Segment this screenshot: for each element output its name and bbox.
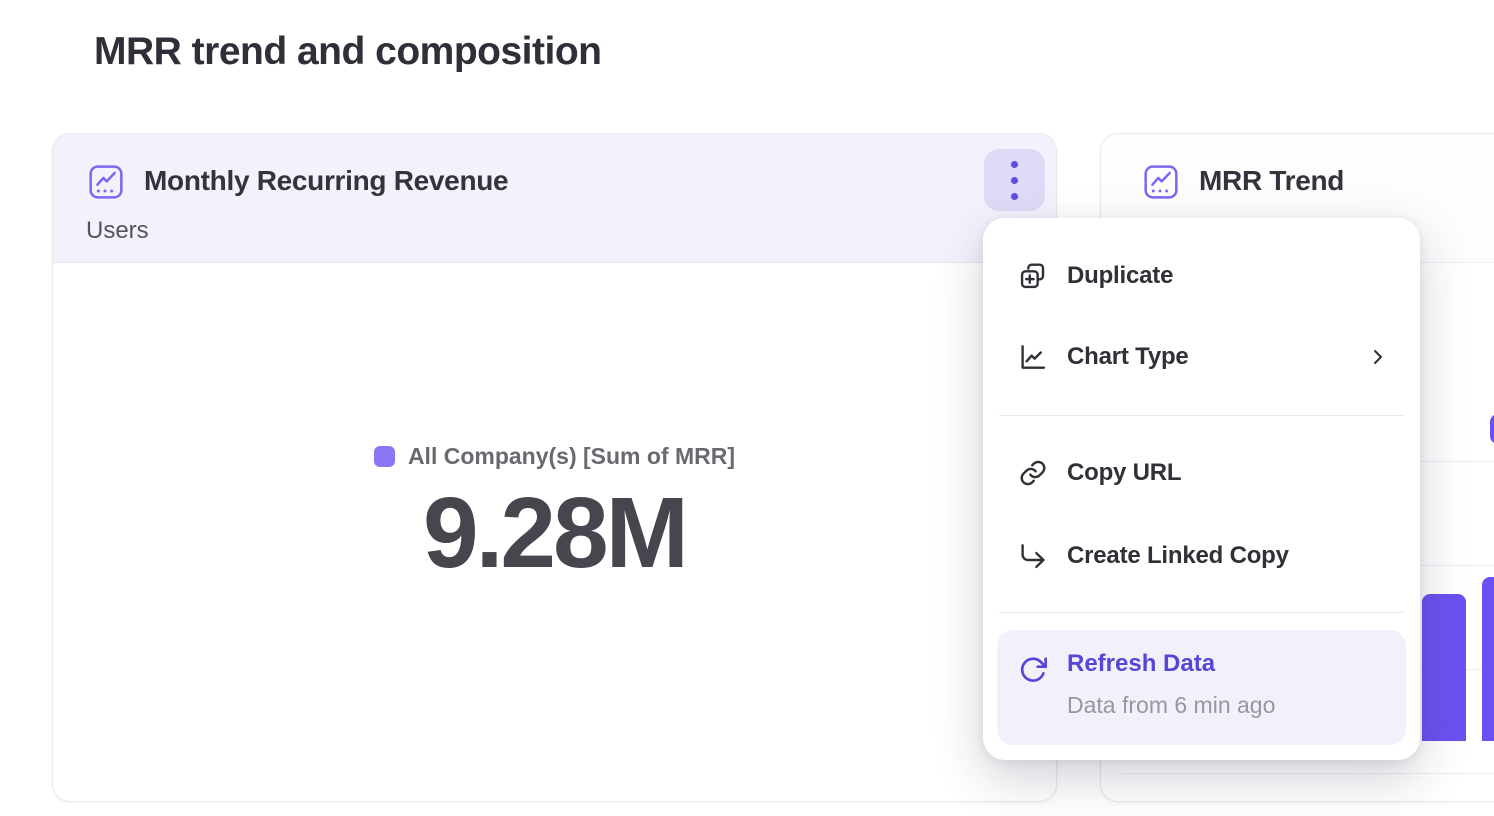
link-icon xyxy=(1017,457,1049,489)
mrr-kpi-card: Monthly Recurring Revenue Users All Comp… xyxy=(52,133,1057,802)
menu-item-refresh-data[interactable]: Refresh Data Data from 6 min ago xyxy=(997,630,1406,745)
kebab-dot xyxy=(1011,193,1018,200)
chart-type-icon xyxy=(1017,341,1049,373)
gridline xyxy=(1121,773,1494,774)
menu-item-label: Create Linked Copy xyxy=(1067,542,1289,570)
page-title: MRR trend and composition xyxy=(94,30,602,74)
kpi-legend: All Company(s) [Sum of MRR] xyxy=(374,443,735,470)
mrr-kpi-card-title: Monthly Recurring Revenue xyxy=(144,165,508,197)
corner-down-right-icon xyxy=(1017,540,1049,572)
menu-divider xyxy=(999,612,1404,613)
menu-item-label: Refresh Data xyxy=(1067,650,1215,678)
refresh-data-age: Data from 6 min ago xyxy=(1067,692,1275,719)
mrr-kpi-card-subtitle: Users xyxy=(86,217,149,245)
chevron-right-icon xyxy=(1366,345,1390,369)
card-context-menu: Duplicate Chart Type xyxy=(983,218,1420,760)
mrr-kpi-card-header: Monthly Recurring Revenue Users xyxy=(53,134,1056,263)
menu-item-create-linked-copy[interactable]: Create Linked Copy xyxy=(983,527,1420,585)
kpi-value: 9.28M xyxy=(423,476,686,591)
duplicate-icon xyxy=(1017,260,1049,292)
trend-legend-swatch xyxy=(1490,414,1494,444)
kebab-dot xyxy=(1011,161,1018,168)
menu-item-label: Chart Type xyxy=(1067,343,1189,371)
mrr-kpi-card-body: All Company(s) [Sum of MRR] 9.28M xyxy=(53,263,1056,801)
legend-swatch xyxy=(374,446,395,467)
menu-item-chart-type[interactable]: Chart Type xyxy=(983,328,1420,386)
dashboard-screen: MRR trend and composition Monthly Recurr… xyxy=(0,0,1494,816)
menu-divider xyxy=(999,415,1404,416)
chart-widget-icon xyxy=(1141,162,1181,202)
mrr-trend-card-title: MRR Trend xyxy=(1199,165,1344,197)
bar-december[interactable] xyxy=(1422,594,1466,741)
menu-item-label: Copy URL xyxy=(1067,459,1181,487)
chart-widget-icon xyxy=(86,162,126,202)
legend-label: All Company(s) [Sum of MRR] xyxy=(408,443,735,470)
kebab-menu-button[interactable] xyxy=(984,149,1045,211)
bar-january[interactable] xyxy=(1482,577,1494,741)
menu-item-duplicate[interactable]: Duplicate xyxy=(983,247,1420,305)
menu-item-copy-url[interactable]: Copy URL xyxy=(983,444,1420,502)
kebab-dot xyxy=(1011,177,1018,184)
menu-item-label: Duplicate xyxy=(1067,262,1173,290)
refresh-icon xyxy=(1017,654,1049,686)
